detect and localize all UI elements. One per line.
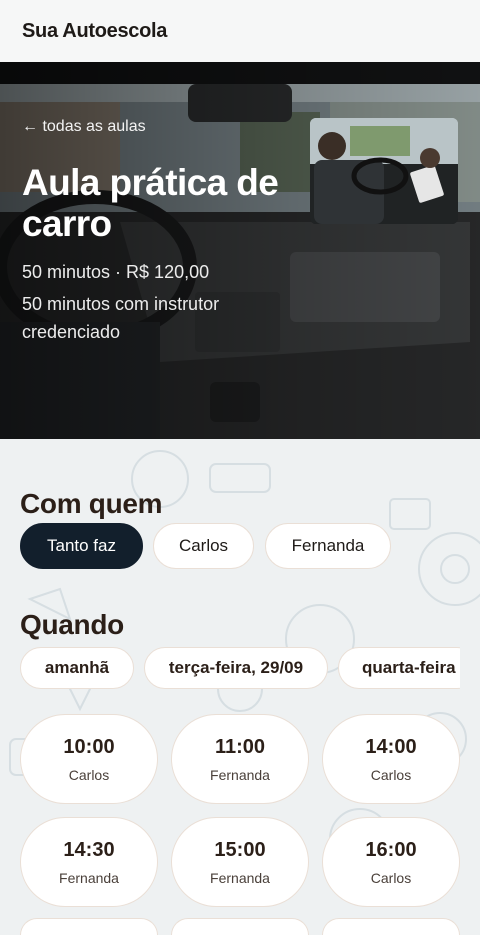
- slot-time: 14:00: [365, 736, 417, 758]
- instructor-option-fernanda[interactable]: Fernanda: [265, 523, 391, 569]
- date-option-tomorrow[interactable]: amanhã: [20, 647, 134, 689]
- slot-time: 16:00: [365, 839, 417, 861]
- time-slot-partial[interactable]: [171, 918, 309, 935]
- instructor-section-title: Com quem: [20, 488, 163, 519]
- top-bar: Sua Autoescola: [0, 0, 480, 62]
- time-slot[interactable]: 11:00 Fernanda: [171, 714, 309, 804]
- lesson-description: 50 minutos com instrutor credenciado: [22, 294, 220, 342]
- slot-time: 14:30: [63, 839, 115, 861]
- instructor-option-any[interactable]: Tanto faz: [20, 523, 143, 569]
- time-slot-partial[interactable]: [322, 918, 460, 935]
- date-option-wednesday[interactable]: quarta-feira: [338, 647, 460, 689]
- time-slot[interactable]: 10:00 Carlos: [20, 714, 158, 804]
- slot-instructor: Fernanda: [210, 767, 270, 783]
- slot-time: 15:00: [214, 839, 266, 861]
- time-slot-partial[interactable]: [20, 918, 158, 935]
- time-slot[interactable]: 16:00 Carlos: [322, 817, 460, 907]
- hero-banner: ← todas as aulas Aula prática de carro 5…: [0, 62, 480, 439]
- date-option-tuesday[interactable]: terça-feira, 29/09: [144, 647, 328, 689]
- slot-instructor: Fernanda: [210, 870, 270, 886]
- date-selector[interactable]: amanhã terça-feira, 29/09 quarta-feira: [0, 647, 460, 691]
- instructor-option-carlos[interactable]: Carlos: [153, 523, 254, 569]
- slot-instructor: Carlos: [370, 870, 412, 886]
- slot-instructor: Carlos: [370, 767, 412, 783]
- lesson-title: Aula prática de carro: [22, 162, 279, 244]
- time-slot[interactable]: 14:00 Carlos: [322, 714, 460, 804]
- slot-time: 11:00: [214, 736, 266, 758]
- time-slot[interactable]: 14:30 Fernanda: [20, 817, 158, 907]
- back-to-all-lessons-link[interactable]: ← todas as aulas: [22, 118, 146, 136]
- instructor-photo: [310, 118, 458, 224]
- slot-instructor: Fernanda: [59, 870, 119, 886]
- brand-logo[interactable]: Sua Autoescola: [22, 20, 167, 43]
- time-slot[interactable]: 15:00 Fernanda: [171, 817, 309, 907]
- slot-time: 10:00: [63, 736, 115, 758]
- lesson-duration-price: 50 minutos · R$ 120,00: [22, 262, 210, 282]
- slot-instructor: Carlos: [68, 767, 110, 783]
- schedule-section-title: Quando: [20, 609, 124, 640]
